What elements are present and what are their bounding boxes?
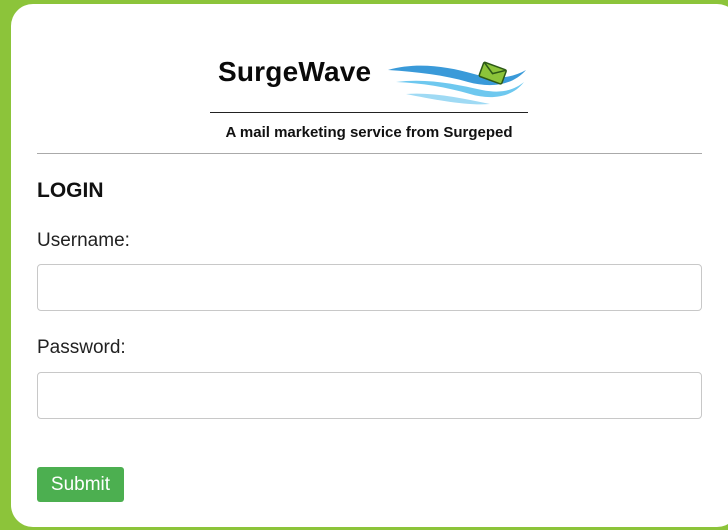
brand-logo: SurgeWave [218, 48, 538, 108]
header-divider [37, 153, 702, 154]
password-label: Password: [37, 337, 126, 358]
brand-tagline: A mail marketing service from Surgeped [225, 124, 513, 141]
brand-name: SurgeWave [218, 56, 372, 87]
username-input[interactable] [37, 264, 702, 311]
login-heading: LOGIN [37, 179, 104, 202]
logo-underline [210, 112, 528, 113]
envelope-on-wave-icon [388, 61, 526, 105]
submit-button[interactable]: Submit [37, 467, 124, 502]
username-label: Username: [37, 230, 130, 251]
login-card: SurgeWave A mail marketing service from … [11, 4, 728, 527]
password-input[interactable] [37, 372, 702, 419]
